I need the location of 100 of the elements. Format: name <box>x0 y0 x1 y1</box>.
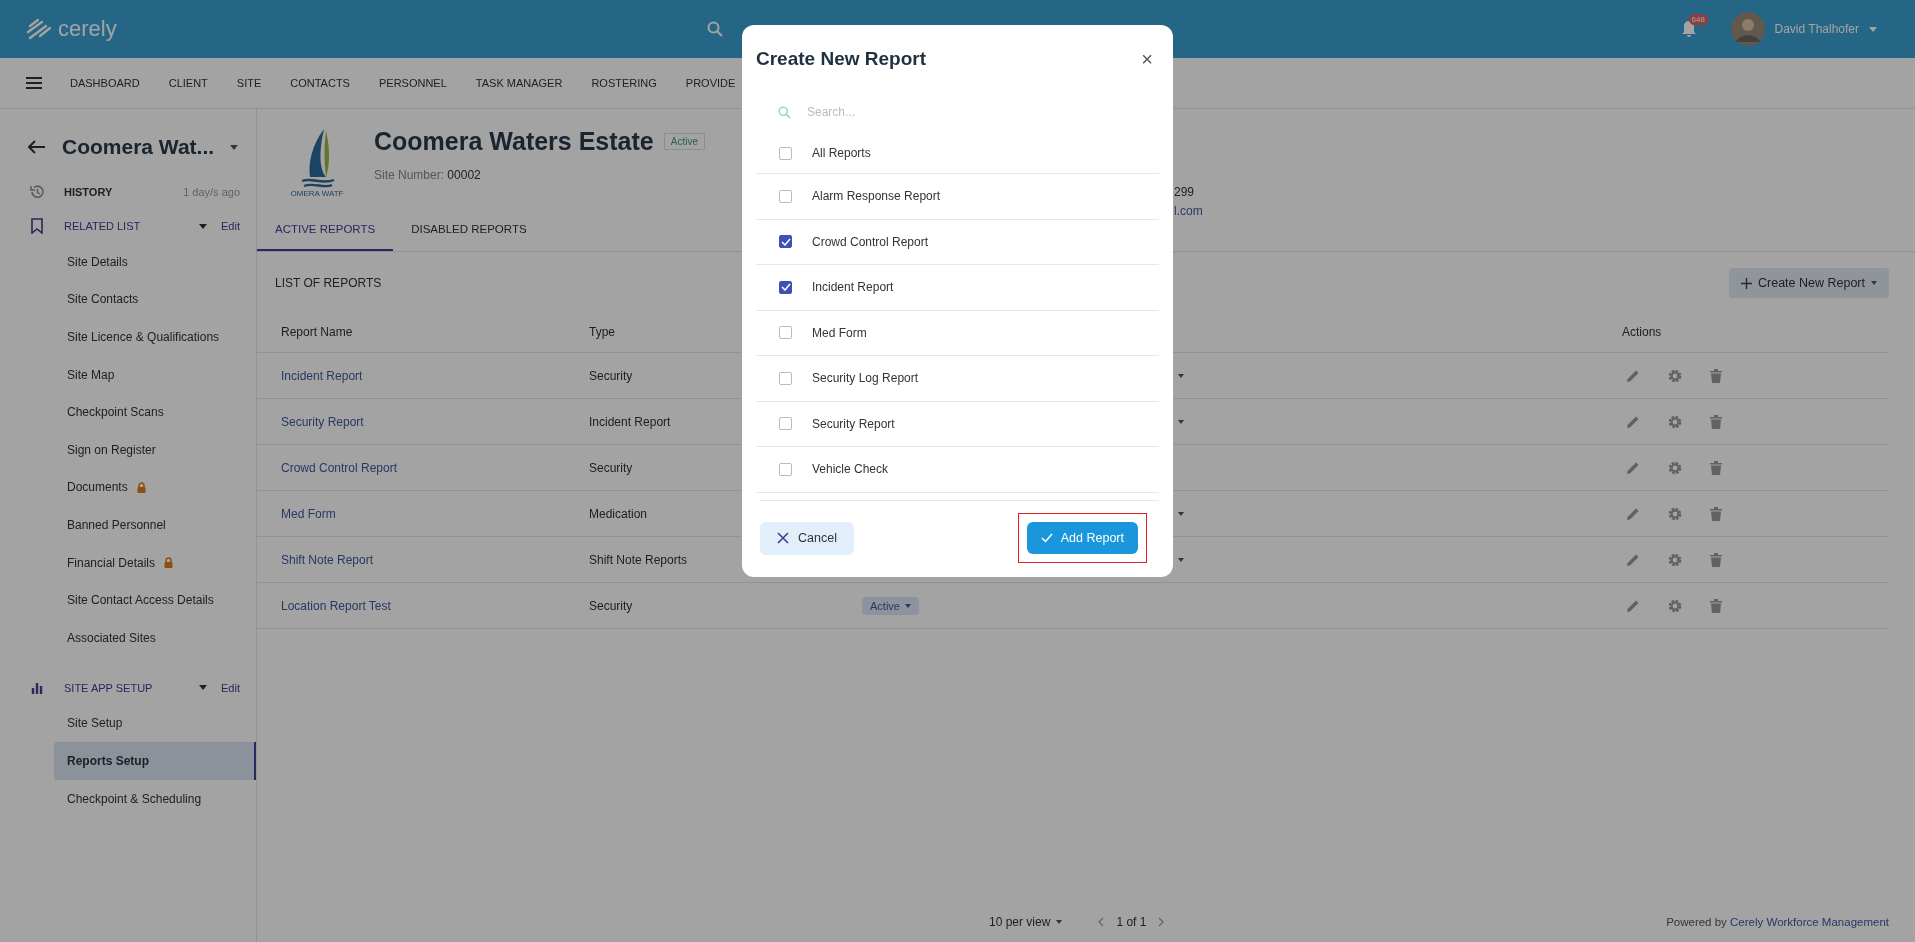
sidebar-item[interactable]: Site Contact Access Details <box>54 581 256 619</box>
column-header: Type <box>589 325 615 339</box>
settings-icon[interactable] <box>1668 460 1682 475</box>
sidebar-item[interactable]: Checkpoint & Scheduling <box>54 779 256 818</box>
pencil-icon[interactable] <box>1626 414 1640 429</box>
pencil-icon[interactable] <box>1626 552 1640 567</box>
checkbox[interactable] <box>779 462 792 476</box>
settings-icon[interactable] <box>1668 598 1682 613</box>
search-icon[interactable] <box>706 21 723 37</box>
caret-icon[interactable] <box>1178 511 1184 516</box>
trash-icon[interactable] <box>1710 552 1722 567</box>
history-time: 1 day/s ago <box>183 186 240 198</box>
report-link[interactable]: Crowd Control Report <box>257 460 589 475</box>
settings-icon[interactable] <box>1668 552 1682 567</box>
previous-page-icon[interactable] <box>1098 917 1105 927</box>
report-link[interactable]: Med Form <box>257 506 589 521</box>
option-label[interactable]: Med Form <box>812 325 867 340</box>
option-label[interactable]: All Reports <box>812 146 871 160</box>
history-label[interactable]: HISTORY <box>64 186 113 198</box>
status-dropdown[interactable]: Active <box>862 596 919 615</box>
option-label[interactable]: Crowd Control Report <box>812 234 929 249</box>
sidebar-item[interactable]: Documents <box>54 468 256 507</box>
table-cell: Security <box>589 460 633 475</box>
settings-icon[interactable] <box>1668 506 1682 521</box>
nav-item[interactable]: PROVIDE <box>685 77 736 89</box>
trash-icon[interactable] <box>1710 414 1722 429</box>
sidebar-item[interactable]: Checkpoint Scans <box>54 393 256 431</box>
checkmark-icon <box>1040 533 1053 543</box>
pencil-icon[interactable] <box>1626 506 1640 521</box>
pencil-icon[interactable] <box>1626 598 1640 613</box>
sidebar-item[interactable]: Site Details <box>54 243 256 281</box>
report-link[interactable]: Location Report Test <box>257 598 589 613</box>
checkbox[interactable] <box>779 146 792 160</box>
checkbox[interactable] <box>779 417 792 431</box>
menu-icon[interactable] <box>26 77 42 89</box>
caret-icon[interactable] <box>199 685 208 691</box>
nav-item[interactable]: PERSONNEL <box>378 77 447 89</box>
settings-icon[interactable] <box>1668 368 1682 383</box>
pencil-icon[interactable] <box>1626 368 1640 383</box>
section-title[interactable]: SITE APP SETUP <box>64 681 153 694</box>
status-tag: Active <box>663 133 705 150</box>
sidebar-item[interactable]: Associated Sites <box>54 618 256 657</box>
pencil-icon[interactable] <box>1626 460 1640 475</box>
report-link[interactable]: Incident Report <box>257 368 589 383</box>
company-link[interactable]: Cerely Workforce Management <box>1730 916 1889 928</box>
edit-link[interactable]: Edit <box>221 220 240 232</box>
sidebar-item[interactable]: Site Setup <box>54 704 256 743</box>
edit-link[interactable]: Edit <box>221 681 240 694</box>
trash-icon[interactable] <box>1710 460 1722 475</box>
sidebar-item[interactable]: Site Map <box>54 355 256 394</box>
option-label[interactable]: Vehicle Check <box>812 462 889 477</box>
trash-icon[interactable] <box>1710 598 1722 613</box>
report-link[interactable]: Security Report <box>257 414 589 429</box>
back-arrow-icon[interactable] <box>28 140 46 154</box>
contact-email[interactable]: l.com <box>1174 204 1203 218</box>
sidebar-item[interactable]: Site Licence & Qualifications <box>54 318 256 356</box>
nav-item[interactable]: CLIENT <box>168 77 208 89</box>
sidebar-item[interactable]: Banned Personnel <box>54 506 256 544</box>
nav-item[interactable]: SITE <box>236 77 262 89</box>
caret-icon[interactable] <box>1178 557 1184 562</box>
sidebar-item[interactable]: Site Contacts <box>54 280 256 319</box>
next-page-icon[interactable] <box>1158 917 1165 927</box>
option-label[interactable]: Incident Report <box>812 280 894 295</box>
table-cell: Shift Note Reports <box>589 552 688 567</box>
nav-item[interactable]: CONTACTS <box>290 77 350 89</box>
checkbox[interactable] <box>779 189 792 203</box>
sidebar-item[interactable]: Sign on Register <box>54 430 256 469</box>
close-button[interactable]: × <box>1137 47 1157 71</box>
history-icon <box>29 184 45 200</box>
checkbox[interactable] <box>779 280 792 294</box>
option-label[interactable]: Security Log Report <box>812 371 919 386</box>
tab[interactable]: ACTIVE REPORTS <box>257 205 394 251</box>
section-title[interactable]: RELATED LIST <box>64 220 141 232</box>
bell-icon[interactable] <box>1680 20 1697 38</box>
sidebar-item[interactable]: Reports Setup <box>54 742 256 780</box>
checkbox[interactable] <box>779 326 792 340</box>
per-view-select[interactable]: 10 per view <box>989 915 1063 929</box>
checkbox[interactable] <box>779 235 792 249</box>
report-link[interactable]: Shift Note Report <box>257 552 589 567</box>
dialog-title: Create New Report <box>756 48 926 70</box>
nav-item[interactable]: DASHBOARD <box>70 77 140 89</box>
sidebar-item[interactable]: Financial Details <box>54 543 256 582</box>
create-report-button[interactable]: Create New Report <box>1729 268 1889 298</box>
trash-icon[interactable] <box>1710 506 1722 521</box>
plus-icon <box>1741 277 1752 289</box>
nav-item[interactable]: TASK MANAGER <box>475 77 563 89</box>
caret-icon[interactable] <box>1178 373 1184 378</box>
settings-icon[interactable] <box>1668 414 1682 429</box>
trash-icon[interactable] <box>1710 368 1722 383</box>
caret-icon[interactable] <box>230 144 239 150</box>
caret-icon[interactable] <box>1178 419 1184 424</box>
option-label[interactable]: Security Report <box>812 416 895 431</box>
caret-icon[interactable] <box>199 223 208 229</box>
cancel-button[interactable]: Cancel <box>760 521 854 555</box>
caret-icon <box>904 603 911 608</box>
avatar[interactable] <box>1730 12 1765 46</box>
checkbox[interactable] <box>779 371 792 385</box>
nav-item[interactable]: ROSTERING <box>591 77 657 89</box>
option-label[interactable]: Alarm Response Report <box>812 189 941 204</box>
tab[interactable]: DISABLED REPORTS <box>393 205 545 251</box>
